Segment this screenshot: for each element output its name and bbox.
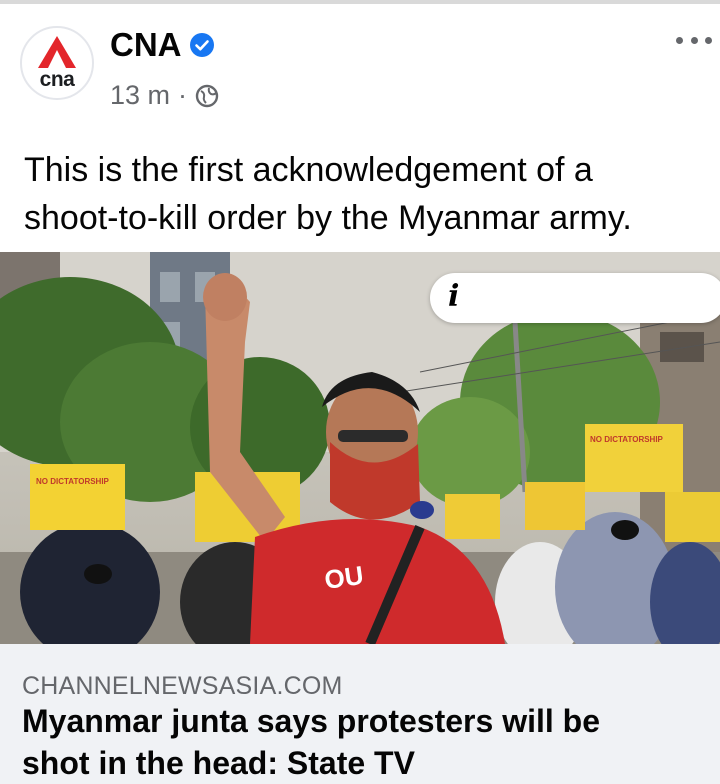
- link-title[interactable]: Myanmar junta says protesters will be sh…: [22, 700, 712, 784]
- meta-separator: ·: [178, 80, 188, 110]
- page-name[interactable]: CNA: [110, 26, 182, 64]
- info-icon[interactable]: i: [448, 279, 459, 314]
- globe-icon[interactable]: [195, 84, 219, 108]
- more-dot-icon: [705, 36, 712, 44]
- page-avatar[interactable]: cna: [20, 26, 94, 100]
- more-options-button[interactable]: [676, 28, 712, 52]
- cna-logo-icon: [38, 36, 76, 68]
- placard-text: NO DICTATORSHIP: [36, 477, 110, 486]
- top-divider: [0, 0, 720, 4]
- post-meta: 13 m ·: [110, 80, 219, 111]
- shirt-text: OU: [323, 560, 366, 595]
- ad-info-pill[interactable]: i: [430, 273, 720, 323]
- link-domain[interactable]: CHANNELNEWSASIA.COM: [22, 672, 343, 701]
- more-dot-icon: [690, 36, 698, 44]
- more-dot-icon: [676, 36, 683, 44]
- post-timestamp[interactable]: 13 m: [110, 80, 170, 111]
- logo-text: cna: [39, 68, 75, 91]
- post-text: This is the first acknowledgement of a s…: [24, 151, 632, 237]
- page-name-link[interactable]: CNA: [110, 26, 214, 64]
- svg-text:NO DICTATORSHIP: NO DICTATORSHIP: [590, 435, 664, 444]
- verified-badge-icon: [189, 33, 214, 57]
